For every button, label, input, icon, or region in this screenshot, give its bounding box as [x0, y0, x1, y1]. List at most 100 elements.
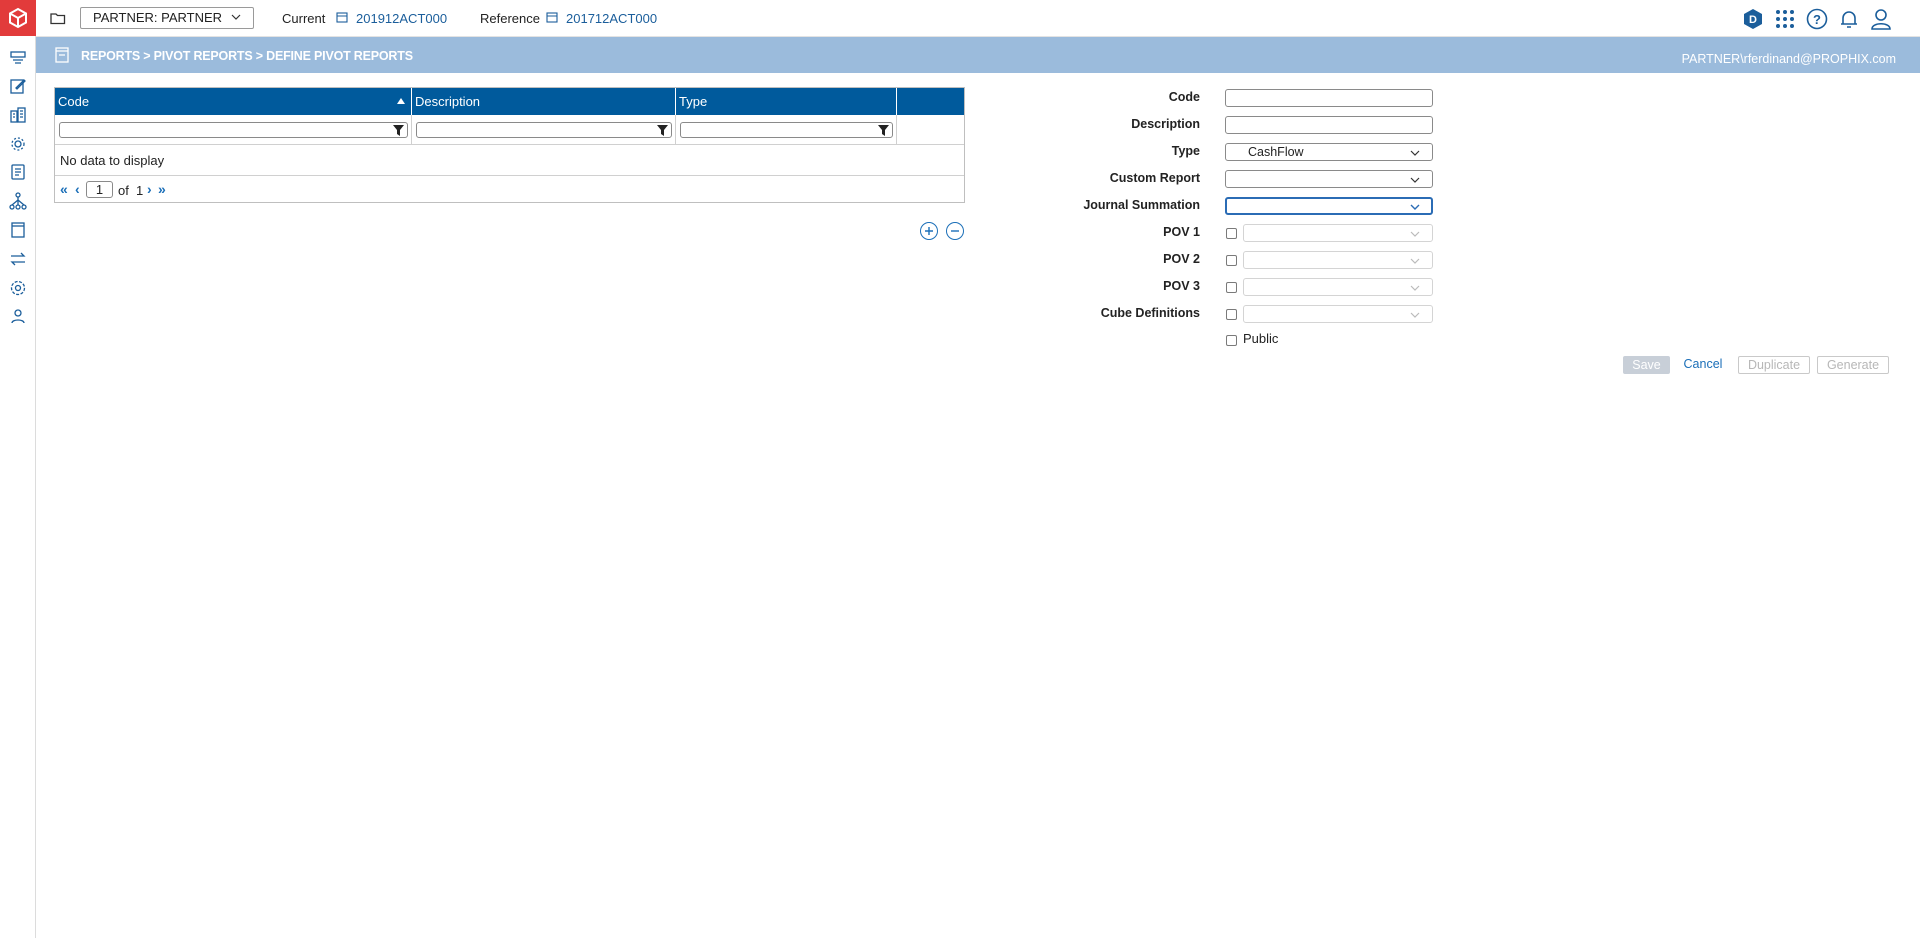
calendar-icon[interactable] — [546, 11, 558, 23]
book-icon — [55, 47, 69, 63]
bell-icon[interactable] — [1837, 7, 1861, 31]
current-period-link[interactable]: 201912ACT000 — [356, 11, 447, 26]
partner-select[interactable]: PARTNER: PARTNER — [80, 7, 254, 29]
minus-icon — [951, 230, 959, 232]
last-page-button[interactable]: » — [158, 181, 166, 197]
column-header-type-label: Type — [679, 94, 708, 109]
code-input[interactable] — [1225, 89, 1433, 107]
pov2-label: POV 2 — [1163, 252, 1200, 266]
journal-summation-label: Journal Summation — [1083, 198, 1200, 212]
book-icon[interactable] — [8, 220, 28, 240]
top-bar: PARTNER: PARTNER Current 201912ACT000 Re… — [36, 0, 1920, 37]
hierarchy-icon[interactable] — [8, 191, 28, 211]
apps-grid-icon[interactable] — [1773, 7, 1797, 31]
chevron-down-icon — [1410, 177, 1420, 183]
help-icon[interactable]: ? — [1805, 7, 1829, 31]
workflow-icon[interactable] — [8, 48, 28, 68]
filter-input-description[interactable] — [416, 122, 672, 138]
next-page-button[interactable]: › — [147, 181, 152, 197]
duplicate-button[interactable]: Duplicate — [1738, 356, 1810, 374]
pager: « ‹ 1 of 1 › » — [55, 175, 964, 202]
filter-row — [55, 115, 964, 145]
user-icon[interactable] — [1869, 7, 1893, 31]
add-row-button[interactable] — [920, 222, 938, 240]
d-badge-icon[interactable]: D — [1741, 7, 1765, 31]
column-header-type[interactable]: Type — [676, 88, 897, 115]
pov2-checkbox[interactable] — [1226, 255, 1237, 266]
svg-text:D: D — [1749, 14, 1757, 26]
breadcrumb: REPORTS > PIVOT REPORTS > DEFINE PIVOT R… — [81, 49, 413, 63]
pivot-reports-grid: Code Description Type No data to display — [54, 87, 965, 203]
users-icon[interactable] — [8, 306, 28, 326]
cube-definitions-select[interactable] — [1243, 305, 1433, 323]
filter-input-type[interactable] — [680, 122, 893, 138]
pov1-checkbox[interactable] — [1226, 228, 1237, 239]
filter-icon[interactable] — [657, 125, 668, 136]
chevron-down-icon — [1410, 150, 1420, 156]
pager-of-label: of — [118, 183, 129, 198]
pov2-select[interactable] — [1243, 251, 1433, 269]
sort-ascending-icon — [397, 98, 405, 104]
public-label: Public — [1243, 331, 1279, 346]
transfer-icon[interactable] — [8, 249, 28, 269]
chevron-down-icon — [231, 14, 241, 20]
description-label: Description — [1131, 117, 1200, 131]
current-label: Current — [282, 11, 326, 26]
type-label: Type — [1171, 144, 1200, 158]
first-page-button[interactable]: « — [60, 181, 68, 197]
svg-text:?: ? — [1813, 12, 1821, 27]
page-header-band: REPORTS > PIVOT REPORTS > DEFINE PIVOT R… — [36, 37, 1920, 73]
cancel-button[interactable]: Cancel — [1682, 356, 1724, 374]
journal-summation-select[interactable] — [1225, 197, 1433, 215]
chevron-down-icon — [1410, 312, 1420, 318]
remove-row-button[interactable] — [946, 222, 964, 240]
pov1-select[interactable] — [1243, 224, 1433, 242]
filter-icon[interactable] — [393, 125, 404, 136]
empty-grid-message: No data to display — [60, 153, 165, 168]
page-number-input[interactable]: 1 — [86, 181, 113, 198]
pov3-label: POV 3 — [1163, 279, 1200, 293]
cube-definitions-checkbox[interactable] — [1226, 309, 1237, 320]
gear-network-icon[interactable] — [8, 134, 28, 154]
prev-page-button[interactable]: ‹ — [75, 181, 80, 197]
pov3-checkbox[interactable] — [1226, 282, 1237, 293]
pov3-select[interactable] — [1243, 278, 1433, 296]
filter-cell-code — [55, 115, 412, 145]
report-icon[interactable] — [8, 162, 28, 182]
save-button[interactable]: Save — [1623, 356, 1670, 374]
column-header-description-label: Description — [415, 94, 481, 109]
buildings-icon[interactable] — [8, 105, 28, 125]
filter-input-code[interactable] — [59, 122, 408, 138]
column-header-code[interactable]: Code — [55, 88, 412, 115]
reference-label: Reference — [480, 11, 540, 26]
chevron-down-icon — [1410, 258, 1420, 264]
partner-select-value: PARTNER: PARTNER — [93, 10, 223, 25]
cube-definitions-label: Cube Definitions — [1100, 306, 1200, 320]
prophix-logo[interactable] — [0, 0, 36, 36]
public-checkbox[interactable] — [1226, 335, 1237, 346]
folder-icon[interactable] — [50, 10, 66, 26]
pager-total: 1 — [136, 183, 144, 198]
settings-icon[interactable] — [8, 278, 28, 298]
pov1-label: POV 1 — [1163, 225, 1200, 239]
chevron-down-icon — [1410, 231, 1420, 237]
left-sidebar — [0, 0, 36, 938]
chevron-down-icon — [1410, 204, 1420, 210]
calendar-icon[interactable] — [336, 11, 348, 23]
grid-header: Code Description Type — [55, 88, 964, 115]
user-identity: PARTNER\rferdinand@PROPHIX.com — [1681, 52, 1896, 66]
custom-report-label: Custom Report — [1109, 171, 1200, 185]
chevron-down-icon — [1410, 285, 1420, 291]
edit-icon[interactable] — [8, 76, 28, 96]
description-input[interactable] — [1225, 116, 1433, 134]
column-header-code-label: Code — [58, 94, 90, 109]
column-header-description[interactable]: Description — [412, 88, 676, 115]
filter-cell-description — [412, 115, 676, 145]
reference-period-link[interactable]: 201712ACT000 — [566, 11, 657, 26]
filter-icon[interactable] — [878, 125, 889, 136]
filter-cell-type — [676, 115, 897, 145]
type-select[interactable]: CashFlow — [1225, 143, 1433, 161]
plus-icon — [925, 227, 933, 235]
generate-button[interactable]: Generate — [1817, 356, 1889, 374]
custom-report-select[interactable] — [1225, 170, 1433, 188]
